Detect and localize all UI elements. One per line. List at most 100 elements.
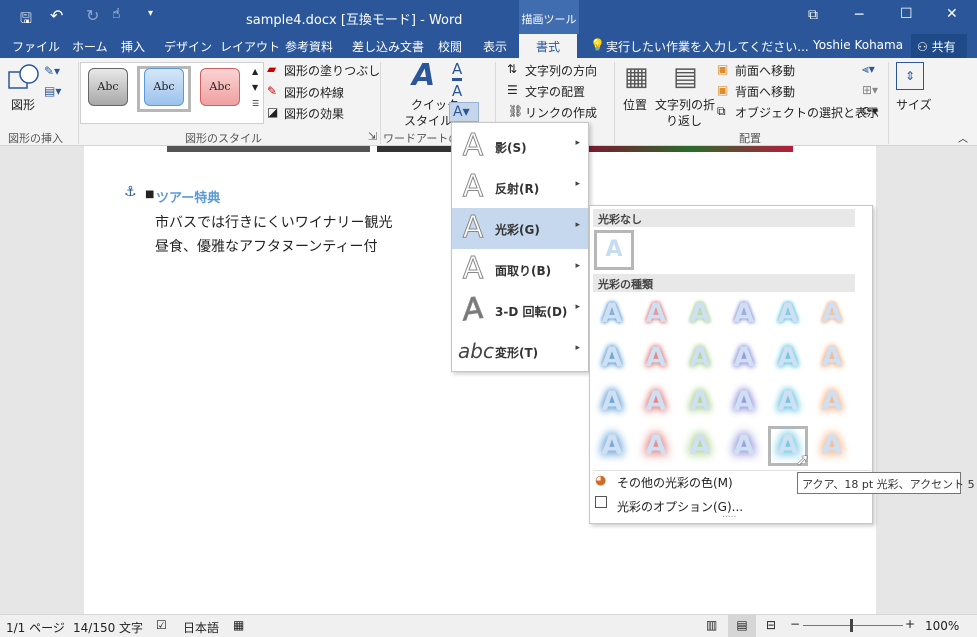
rotate-icon[interactable]: ⟳▾	[862, 104, 878, 118]
group-objects-icon[interactable]: ⊞▾	[862, 83, 878, 97]
language[interactable]: 日本語	[183, 619, 219, 636]
position-button[interactable]: 位置	[623, 96, 647, 113]
tell-me-input[interactable]: 実行したい作業を入力してください...	[606, 38, 809, 55]
save-icon[interactable]: 🖫	[20, 8, 32, 32]
more-glow-colors[interactable]: その他の光彩の色(M)	[617, 474, 733, 491]
quick-style-icon[interactable]: A	[412, 58, 435, 93]
wrap-text-button[interactable]: 文字列の折	[655, 96, 715, 113]
shape-outline-button[interactable]: 図形の枠線	[284, 84, 344, 101]
shapes-label[interactable]: 図形	[11, 96, 35, 113]
tab-format[interactable]: 書式	[519, 34, 577, 58]
wrap-text-button-2[interactable]: り返し	[666, 112, 702, 129]
wrap-text-icon[interactable]: ▤	[673, 62, 698, 92]
bring-forward-button[interactable]: 前面へ移動	[735, 62, 795, 79]
page-count[interactable]: 1/1 ページ	[6, 619, 65, 636]
effects-menu-item[interactable]: A 光彩(G) ▸	[452, 208, 588, 249]
align-icon[interactable]: ⫷▾	[862, 62, 875, 77]
print-layout-icon[interactable]: ▤	[728, 615, 756, 637]
bring-forward-icon[interactable]: ▣	[717, 62, 728, 76]
share-button[interactable]: ⚇ 共有	[911, 34, 967, 58]
tab-file[interactable]: ファイル	[12, 38, 60, 55]
gallery-scroll-icon[interactable]: ▲ ▼ ☰	[252, 64, 259, 112]
glow-variation-4-3[interactable]: A	[680, 426, 720, 466]
no-glow-option[interactable]: A	[594, 230, 634, 270]
collapse-ribbon-icon[interactable]: ︿	[958, 130, 968, 145]
shape-style-blue[interactable]: Abc	[144, 68, 184, 106]
create-link-button[interactable]: リンクの作成	[525, 104, 597, 121]
glow-variation-1-5[interactable]: A	[768, 294, 808, 334]
shape-style-red[interactable]: Abc	[200, 68, 240, 106]
glow-variation-3-4[interactable]: A	[724, 382, 764, 422]
zoom-out-button[interactable]: −	[790, 617, 800, 631]
web-layout-icon[interactable]: ⊟	[766, 618, 776, 632]
glow-variation-4-2[interactable]: A	[636, 426, 676, 466]
glow-variation-1-1[interactable]: A	[592, 294, 632, 334]
selection-pane-button[interactable]: オブジェクトの選択と表示	[735, 104, 879, 121]
tab-review[interactable]: 校閲	[438, 38, 462, 55]
size-button[interactable]: サイズ	[896, 96, 932, 113]
glow-variation-4-6[interactable]: A	[812, 426, 852, 466]
send-backward-button[interactable]: 背面へ移動	[735, 83, 795, 100]
glow-variation-1-4[interactable]: A	[724, 294, 764, 334]
minimize-button[interactable]: ─	[855, 7, 863, 23]
redo-icon[interactable]: ↻	[86, 6, 99, 25]
undo-icon[interactable]: ↶	[50, 6, 63, 25]
link-icon[interactable]: ⛓	[508, 104, 523, 118]
tab-layout[interactable]: レイアウト	[220, 38, 280, 55]
glow-variation-2-3[interactable]: A	[680, 338, 720, 378]
macro-icon[interactable]: ▦	[233, 618, 244, 632]
zoom-slider-thumb[interactable]	[850, 619, 853, 632]
glow-variation-3-1[interactable]: A	[592, 382, 632, 422]
glow-variation-2-4[interactable]: A	[724, 338, 764, 378]
user-name[interactable]: Yoshie Kohama	[813, 38, 903, 52]
align-text-icon[interactable]: ☰	[507, 83, 518, 97]
quick-style-label-2[interactable]: スタイル	[404, 112, 452, 129]
effects-menu-item[interactable]: abc 変形(T) ▸	[452, 331, 588, 372]
effects-menu-item[interactable]: A 3-D 回転(D) ▸	[452, 290, 588, 331]
dialog-launcher-icon[interactable]: ⇲	[368, 130, 377, 143]
zoom-level[interactable]: 100%	[925, 619, 959, 633]
glow-variation-1-6[interactable]: A	[812, 294, 852, 334]
glow-variation-3-3[interactable]: A	[680, 382, 720, 422]
resize-grip[interactable]: .....	[722, 510, 736, 520]
tab-design[interactable]: デザイン	[164, 38, 212, 55]
zoom-slider[interactable]	[803, 625, 903, 626]
read-mode-icon[interactable]: ▥	[706, 618, 717, 632]
proofing-icon[interactable]: ☑	[156, 618, 167, 632]
selection-pane-icon[interactable]: ⧉	[717, 104, 726, 119]
zoom-in-button[interactable]: +	[905, 617, 915, 631]
glow-variation-3-2[interactable]: A	[636, 382, 676, 422]
ribbon-display-options-icon[interactable]: ⧉	[808, 7, 818, 23]
outline-icon[interactable]: ✎	[267, 84, 277, 98]
glow-variation-4-1[interactable]: A	[592, 426, 632, 466]
shapes-icon[interactable]	[7, 62, 43, 96]
tab-view[interactable]: 表示	[483, 38, 507, 55]
glow-variation-1-2[interactable]: A	[636, 294, 676, 334]
align-text-button[interactable]: 文字の配置	[525, 83, 585, 100]
tab-insert[interactable]: 挿入	[121, 38, 145, 55]
glow-variation-3-6[interactable]: A	[812, 382, 852, 422]
customize-qat-icon[interactable]: ▾	[148, 8, 153, 19]
effects-icon[interactable]: ◪	[267, 105, 278, 119]
text-outline-icon[interactable]: A	[452, 82, 462, 100]
word-count[interactable]: 14/150 文字	[73, 619, 143, 636]
tab-mailings[interactable]: 差し込み文書	[352, 38, 424, 55]
send-backward-icon[interactable]: ▣	[717, 83, 728, 97]
glow-variation-2-1[interactable]: A	[592, 338, 632, 378]
close-button[interactable]: ✕	[946, 6, 958, 22]
text-direction-button[interactable]: 文字列の方向	[525, 62, 597, 79]
shape-effects-button[interactable]: 図形の効果	[284, 105, 344, 122]
size-icon[interactable]: ⇕	[896, 62, 924, 90]
fill-icon[interactable]: ▰	[267, 62, 276, 76]
glow-variation-2-5[interactable]: A	[768, 338, 808, 378]
text-box-icon[interactable]: ▤▾	[44, 84, 61, 98]
tab-references[interactable]: 参考資料	[285, 38, 333, 55]
text-direction-icon[interactable]: ⇅	[507, 62, 517, 76]
glow-variation-3-5[interactable]: A	[768, 382, 808, 422]
text-fill-icon[interactable]: A	[452, 60, 463, 81]
touch-mode-icon[interactable]: ☝	[112, 6, 121, 22]
glow-variation-4-4[interactable]: A	[724, 426, 764, 466]
glow-variation-1-3[interactable]: A	[680, 294, 720, 334]
position-icon[interactable]: ▦	[624, 62, 649, 92]
edit-shape-icon[interactable]: ✎▾	[44, 64, 60, 78]
